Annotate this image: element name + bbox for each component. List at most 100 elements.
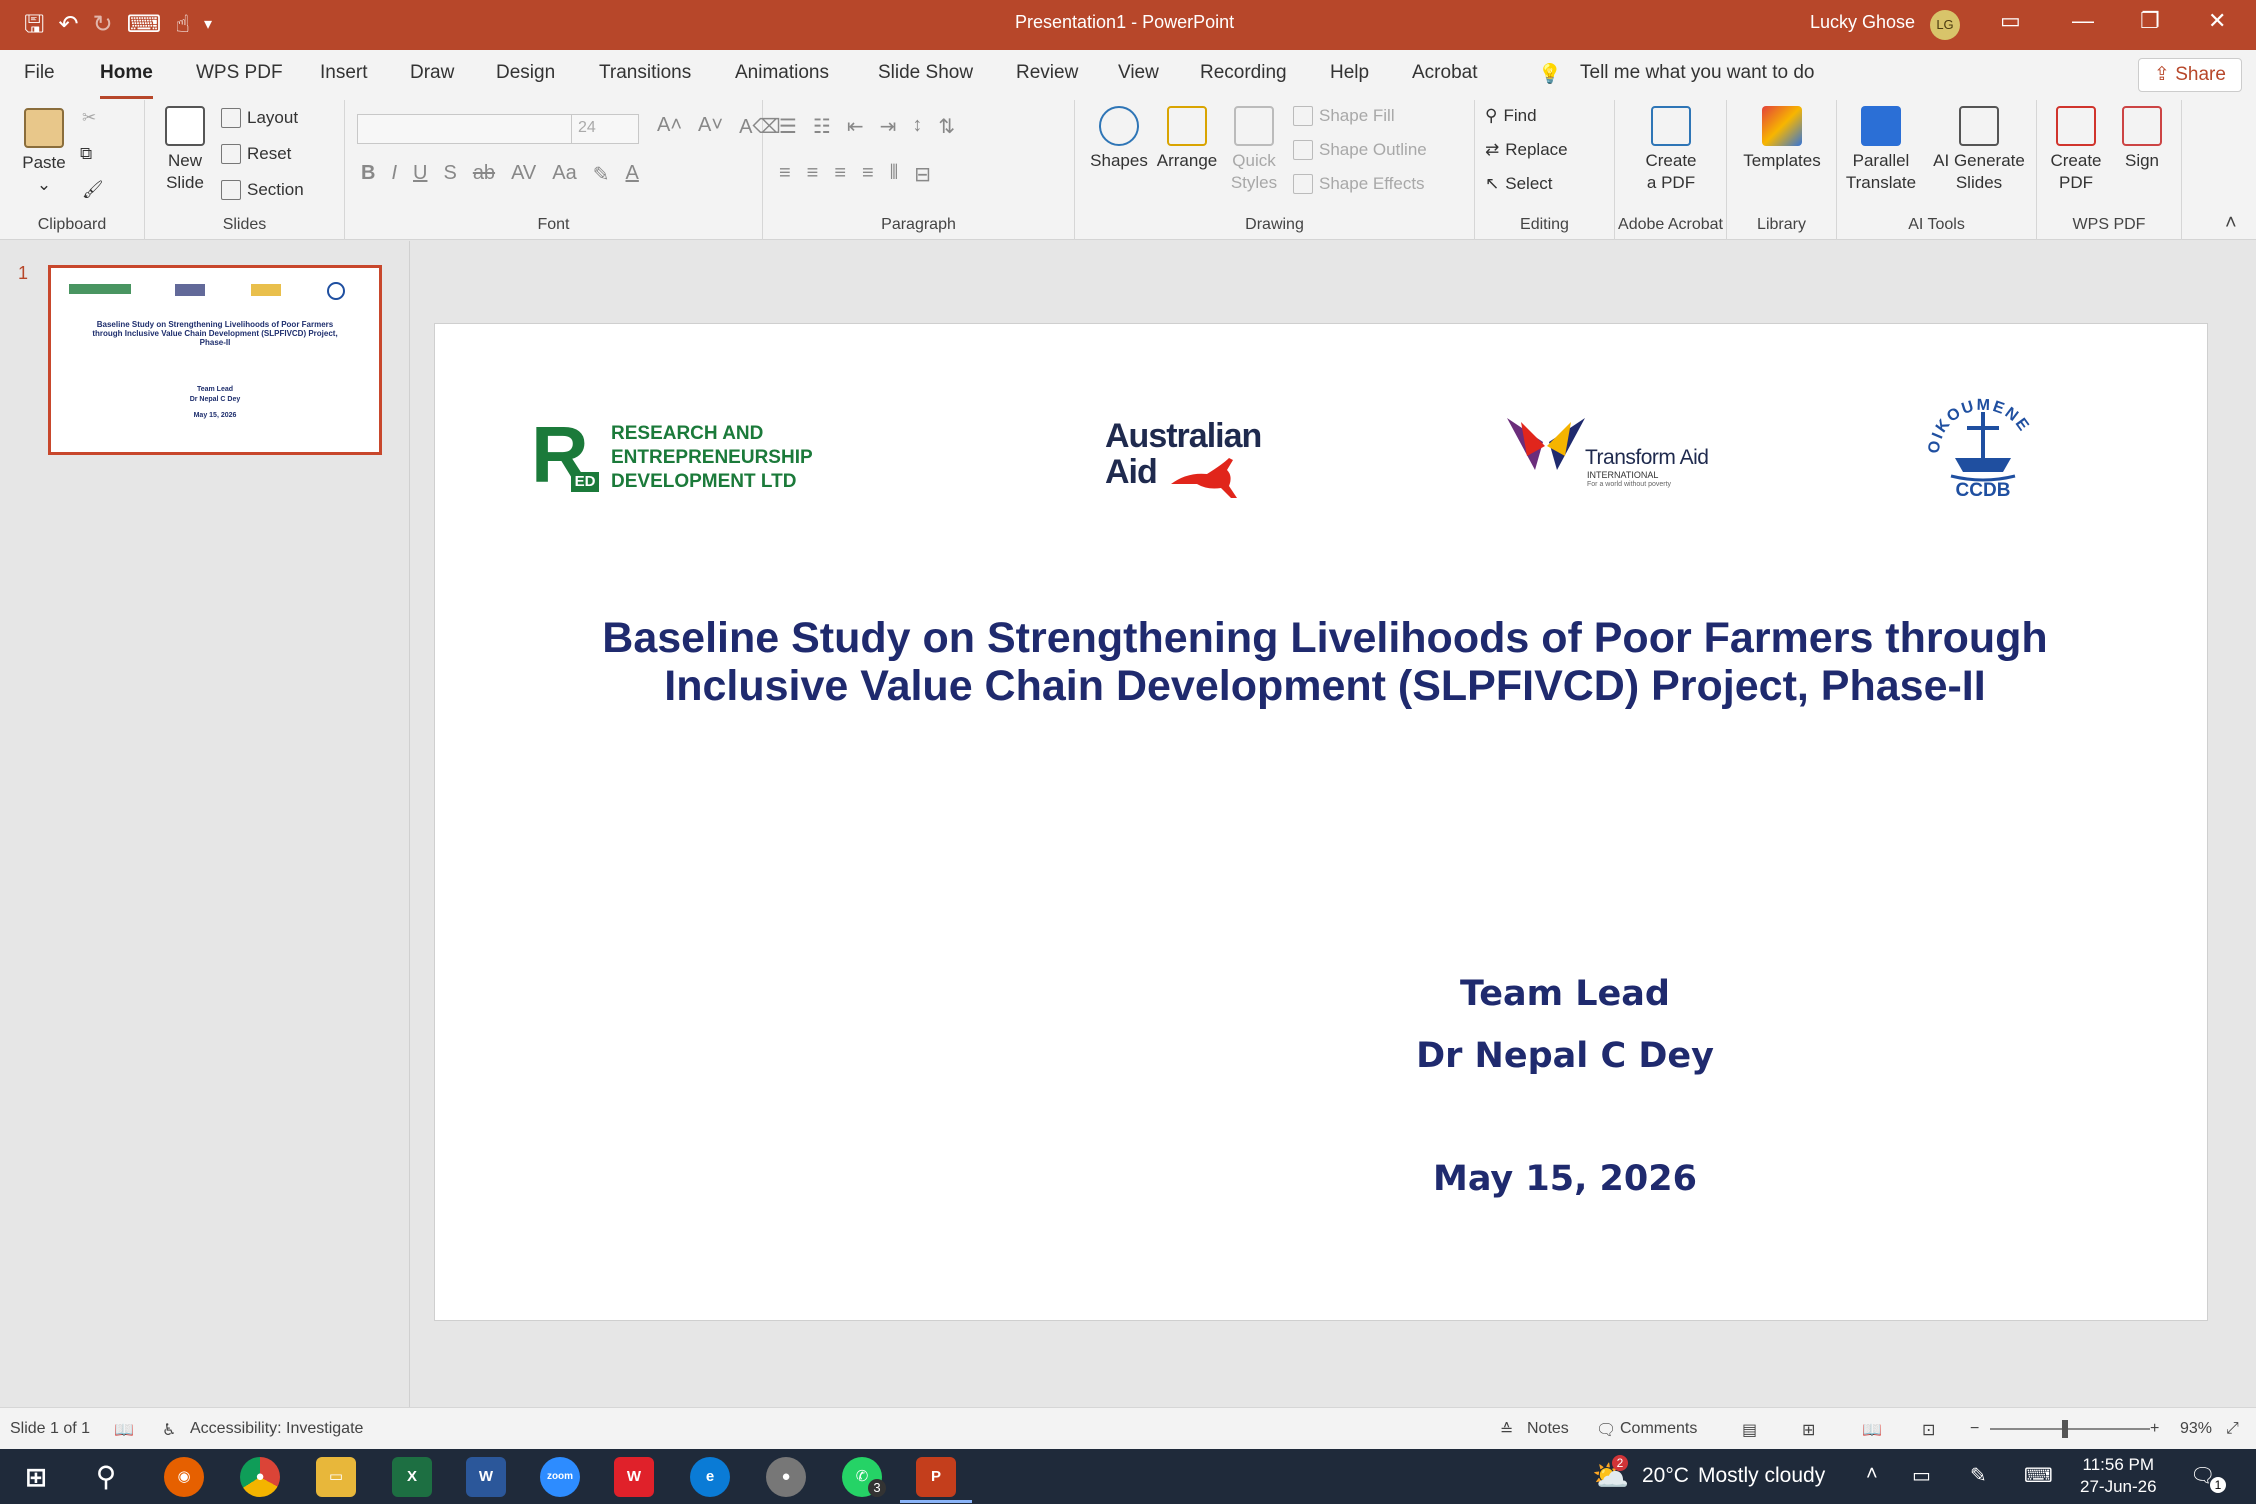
slide-title[interactable]: Baseline Study on Strengthening Liveliho… [595, 614, 2055, 710]
slide-presenter-name[interactable]: Dr Nepal C Dey [1315, 1036, 1815, 1076]
copy-icon[interactable]: ⧉ [80, 144, 92, 164]
tab-help[interactable]: Help [1330, 62, 1369, 84]
zoom-slider[interactable] [1990, 1420, 2150, 1438]
format-painter-icon[interactable]: 🖌 [82, 180, 104, 200]
create-pdf-button[interactable]: Create a PDF [1625, 106, 1717, 194]
pen-icon[interactable]: ✎ [1970, 1463, 1987, 1488]
font-family-combo[interactable] [357, 114, 575, 144]
tab-wps-pdf[interactable]: WPS PDF [196, 62, 283, 84]
slideshow-icon[interactable]: ⊡ [1922, 1420, 1935, 1440]
chrome-profile-icon[interactable]: ● [766, 1457, 806, 1497]
shrink-font-icon[interactable]: A˅ [698, 114, 723, 139]
spelling-icon[interactable]: 📖 [114, 1420, 134, 1440]
italic-icon[interactable]: I [391, 162, 397, 187]
tab-design[interactable]: Design [496, 62, 555, 84]
justify-icon[interactable]: ≡ [862, 162, 874, 187]
accessibility-status[interactable]: Accessibility: Investigate [190, 1420, 363, 1438]
redo-icon[interactable]: ↻ [93, 8, 113, 42]
font-color-icon[interactable]: A [626, 162, 639, 187]
highlight-icon[interactable]: ✎ [593, 162, 610, 187]
spacing-icon[interactable]: AV [511, 162, 536, 187]
excel-icon[interactable]: X [392, 1457, 432, 1497]
zoom-app-icon[interactable]: zoom [540, 1457, 580, 1497]
reading-view-icon[interactable]: 📖 [1862, 1420, 1882, 1440]
word-icon[interactable]: W [466, 1457, 506, 1497]
change-case-icon[interactable]: Aa [552, 162, 576, 187]
replace-button[interactable]: ⇄ Replace [1485, 140, 1568, 160]
parallel-translate-button[interactable]: Parallel Translate [1841, 106, 1921, 194]
strikethrough-icon[interactable]: ab [473, 162, 495, 187]
shapes-button[interactable]: Shapes [1087, 106, 1151, 172]
presenter-icon[interactable]: ⌨ [127, 8, 162, 42]
sign-button[interactable]: Sign [2111, 106, 2173, 172]
arrange-button[interactable]: Arrange [1153, 106, 1221, 172]
tab-draw[interactable]: Draw [410, 62, 454, 84]
tab-animations[interactable]: Animations [735, 62, 829, 84]
zoom-out-icon[interactable]: − [1970, 1420, 1979, 1438]
shadow-icon[interactable]: S [443, 162, 456, 187]
text-direction-icon[interactable]: ⇅ [938, 114, 955, 139]
tab-slide-show[interactable]: Slide Show [878, 62, 973, 84]
file-explorer-icon[interactable]: ▭ [316, 1457, 356, 1497]
restore-icon[interactable]: ❐ [2140, 8, 2160, 34]
system-clock[interactable]: 11:56 PM 27-Jun-26 [2080, 1454, 2157, 1498]
find-button[interactable]: ⚲ Find [1485, 106, 1537, 126]
tab-acrobat[interactable]: Acrobat [1412, 62, 1477, 84]
chrome-icon[interactable]: ● [240, 1457, 280, 1497]
tell-me-search[interactable]: Tell me what you want to do [1580, 62, 1814, 84]
normal-view-icon[interactable]: ▤ [1742, 1420, 1757, 1440]
edge-icon[interactable]: e [690, 1457, 730, 1497]
paste-button[interactable]: Paste ⌄ [14, 108, 74, 196]
align-center-icon[interactable]: ≡ [807, 162, 819, 187]
shape-fill-button[interactable]: Shape Fill [1293, 106, 1395, 126]
search-icon[interactable]: ⚲ [86, 1457, 126, 1497]
customize-qat-icon[interactable]: ▾ [204, 8, 212, 42]
slide-sorter-icon[interactable]: ⊞ [1802, 1420, 1815, 1440]
notes-button[interactable]: Notes [1527, 1420, 1569, 1438]
powerpoint-icon[interactable]: P [916, 1457, 956, 1497]
font-size-combo[interactable]: 24 [571, 114, 639, 144]
slide-canvas[interactable]: R ED RESEARCH AND ENTREPRENEURSHIP DEVEL… [434, 323, 2208, 1321]
shape-effects-button[interactable]: Shape Effects [1293, 174, 1425, 194]
comments-button[interactable]: Comments [1620, 1420, 1697, 1438]
share-button[interactable]: ⇪ Share [2138, 58, 2242, 92]
accessibility-icon[interactable]: ♿ [162, 1420, 176, 1440]
undo-icon[interactable]: ↶ [58, 8, 78, 42]
tray-chevron-up-icon[interactable]: ˄ [1866, 1463, 1878, 1486]
collapse-ribbon-icon[interactable]: ˄ [2225, 212, 2237, 235]
align-right-icon[interactable]: ≡ [834, 162, 846, 187]
save-icon[interactable]: 🖫 [24, 8, 44, 42]
minimize-icon[interactable]: — [2072, 8, 2094, 34]
zoom-slider-thumb[interactable] [2062, 1420, 2069, 1438]
user-name[interactable]: Lucky Ghose [1810, 12, 1915, 33]
tab-review[interactable]: Review [1016, 62, 1078, 84]
fit-slide-icon[interactable]: ⤢ [2226, 1420, 2239, 1438]
select-button[interactable]: ↖ Select [1485, 174, 1553, 194]
slide-thumbnail[interactable]: Baseline Study on Strengthening Liveliho… [48, 265, 382, 455]
increase-indent-icon[interactable]: ⇥ [880, 114, 897, 139]
align-left-icon[interactable]: ≡ [779, 162, 791, 187]
wps-create-pdf-button[interactable]: Create PDF [2045, 106, 2107, 194]
layout-button[interactable]: Layout [221, 108, 298, 128]
grow-font-icon[interactable]: A˄ [657, 114, 682, 139]
tab-insert[interactable]: Insert [320, 62, 368, 84]
touch-mode-icon[interactable]: ☝ [175, 8, 190, 42]
shape-outline-button[interactable]: Shape Outline [1293, 140, 1427, 160]
comments-icon[interactable]: 🗨 [1596, 1420, 1616, 1440]
quick-styles-button[interactable]: Quick Styles [1225, 106, 1283, 194]
cut-icon[interactable]: ✂ [82, 108, 96, 128]
slide-team-lead[interactable]: Team Lead [1315, 974, 1815, 1014]
tab-recording[interactable]: Recording [1200, 62, 1287, 84]
section-button[interactable]: Section [221, 180, 304, 200]
ai-generate-slides-button[interactable]: AI Generate Slides [1925, 106, 2033, 194]
weather-temp[interactable]: 20°C [1642, 1464, 1689, 1488]
battery-icon[interactable]: ▭ [1912, 1463, 1931, 1488]
slide-date[interactable]: May 15, 2026 [1315, 1159, 1815, 1199]
tab-home[interactable]: Home [100, 62, 153, 99]
new-slide-button[interactable]: New Slide [155, 106, 215, 194]
notes-icon[interactable]: ≙ [1500, 1420, 1513, 1440]
tab-file[interactable]: File [24, 62, 55, 84]
bullets-icon[interactable]: ☰ [779, 114, 797, 139]
weather-desc[interactable]: Mostly cloudy [1698, 1464, 1825, 1488]
zoom-level[interactable]: 93% [2180, 1420, 2212, 1438]
